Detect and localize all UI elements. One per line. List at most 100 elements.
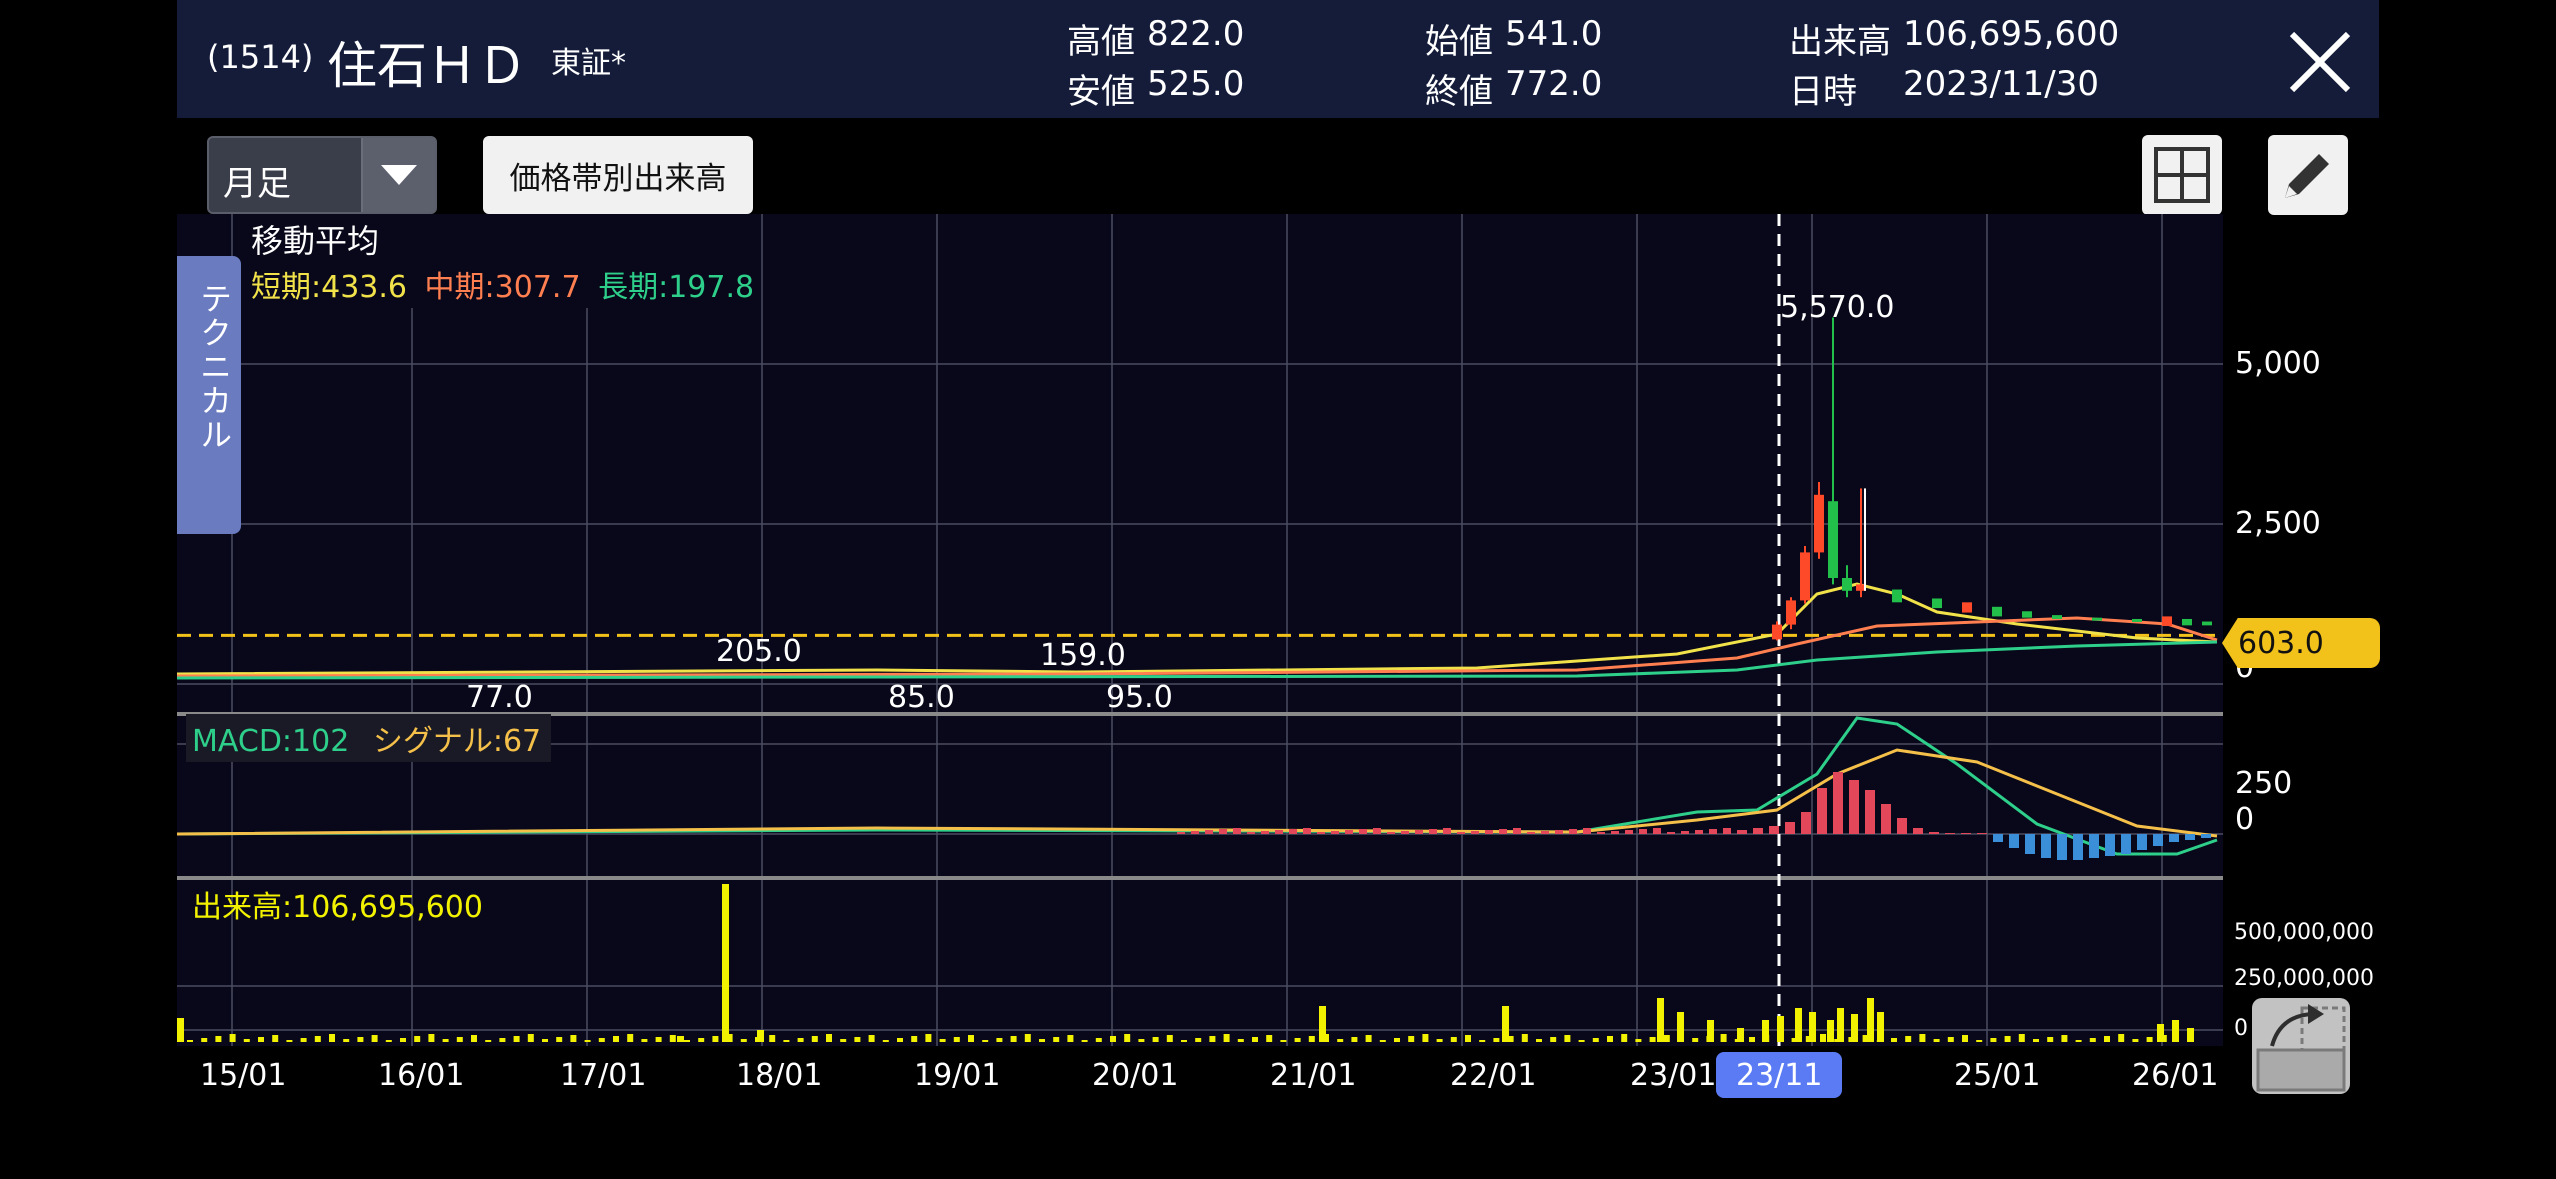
macd-hist-11: [1913, 828, 1923, 834]
header-bar: (1514) 住石ＨＤ 東証* 高値 822.0 安値 525.0 始値 541…: [177, 0, 2379, 118]
vol-bar-87: [1422, 1034, 1429, 1042]
x-axis-highlight: 23/11: [1716, 1052, 1842, 1098]
vol-tick-0: 0: [2234, 1016, 2248, 1041]
macd-hist-0: [1737, 830, 1747, 834]
vol-bar-32: [641, 1039, 648, 1042]
price-annotation-85: 85.0: [888, 680, 955, 715]
macd-hist-early-15: [1387, 832, 1395, 834]
macd-hist-29: [2201, 834, 2211, 838]
vol-bar-57: [996, 1038, 1003, 1042]
macd-hist-27: [2169, 834, 2179, 842]
vol-bar-8: [300, 1038, 307, 1042]
vol-bar-7: [286, 1040, 293, 1042]
ma-mid-label: 中期:307.7: [424, 270, 581, 305]
x-tick-22-01: 22/01: [1450, 1058, 1537, 1093]
chart-canvas[interactable]: [177, 214, 2223, 1046]
volume-by-price-button[interactable]: 価格帯別出来高: [483, 136, 753, 214]
vol-bar-85: [1394, 1038, 1400, 1042]
vol-bar-major-9: [1737, 1028, 1744, 1042]
vol-bar-122: [1919, 1034, 1926, 1042]
vol-bar-90: [1465, 1035, 1471, 1042]
vol-bar-95: [1536, 1039, 1542, 1042]
vol-bar-56: [982, 1040, 989, 1042]
candle-later-1: [1932, 598, 1942, 609]
macd-hist-2: [1769, 826, 1779, 834]
price-tick-2500: 2,500: [2235, 506, 2321, 541]
vol-bar-9: [314, 1036, 321, 1042]
date-value: 2023/11/30: [1903, 64, 2099, 104]
vol-bar-67: [1138, 1039, 1145, 1042]
macd-hist-21: [2073, 834, 2083, 860]
vol-bar-25: [542, 1039, 548, 1042]
vol-bar-41: [769, 1035, 776, 1042]
macd-hist-10: [1897, 818, 1907, 834]
vol-bar-major-19: [2157, 1024, 2164, 1042]
vol-bar-major-12: [1795, 1008, 1802, 1042]
vol-bar-70: [1181, 1040, 1187, 1042]
macd-hist-4: [1801, 812, 1811, 834]
vol-bar-46: [840, 1039, 847, 1042]
macd-hist-early-13: [1359, 829, 1367, 834]
macd-hist-20: [2057, 834, 2067, 860]
vol-bar-17: [428, 1034, 435, 1042]
vol-bar-39: [740, 1039, 747, 1042]
vol-tick-250m: 250,000,000: [2234, 966, 2374, 991]
vol-bar-5: [258, 1037, 264, 1042]
candle-body-3: [1814, 494, 1824, 553]
vol-bar-44: [811, 1036, 818, 1042]
period-select[interactable]: 月足: [207, 136, 437, 214]
candle-body-0: [1772, 624, 1782, 640]
vol-bar-49: [882, 1040, 889, 1042]
vol-bar-59: [1024, 1034, 1031, 1042]
macd-hist-early-26: [1541, 831, 1549, 834]
macd-hist-23: [2105, 834, 2115, 856]
candle-later-8: [2162, 616, 2172, 626]
vol-bar-125: [1962, 1035, 1968, 1042]
signal-label: シグナル:67: [372, 724, 542, 759]
vol-bar-35: [684, 1040, 690, 1042]
vol-bar-77: [1280, 1040, 1287, 1042]
macd-hist-early-29: [1583, 828, 1591, 834]
vol-bar-48: [868, 1035, 875, 1042]
macd-hist-early-27: [1555, 830, 1563, 834]
draw-button[interactable]: [2268, 135, 2348, 215]
vol-bar-137: [2132, 1039, 2139, 1042]
period-select-value: 月足: [223, 164, 291, 204]
vol-bar-120: [1891, 1038, 1897, 1042]
vol-bar-74: [1237, 1039, 1244, 1042]
macd-hist-12: [1929, 832, 1939, 834]
candle-later-9: [2182, 618, 2192, 626]
vol-bar-88: [1436, 1039, 1443, 1042]
macd-hist-early-23: [1499, 829, 1507, 834]
vol-bar-133: [2075, 1040, 2082, 1042]
vol-bar-81: [1337, 1039, 1344, 1042]
vol-bar-128: [2004, 1036, 2011, 1042]
vol-bar-73: [1223, 1034, 1230, 1042]
technical-tab[interactable]: テクニカル: [177, 256, 241, 534]
vol-bar-15: [400, 1038, 406, 1042]
x-tick-23-01: 23/01: [1630, 1058, 1717, 1093]
vol-bar-22: [499, 1038, 506, 1042]
vol-bar-72: [1209, 1036, 1216, 1042]
candle-body-2: [1800, 552, 1810, 601]
vol-bar-132: [2061, 1035, 2068, 1042]
chart-area[interactable]: [177, 214, 2223, 1046]
candle-later-0: [1892, 589, 1902, 603]
high-value: 822.0: [1147, 14, 1245, 54]
vol-bar-12: [357, 1037, 364, 1042]
vol-bar-84: [1379, 1040, 1386, 1042]
macd-tick-250: 250: [2235, 766, 2293, 801]
ma-title: 移動平均: [251, 222, 380, 260]
macd-hist-early-21: [1471, 831, 1479, 834]
vol-bar-76: [1266, 1035, 1273, 1042]
rotate-screen-button[interactable]: [2252, 998, 2350, 1094]
layout-button[interactable]: [2142, 135, 2222, 215]
vol-bar-65: [1110, 1036, 1116, 1042]
vol-bar-18: [442, 1039, 449, 1042]
vol-bar-33: [655, 1037, 662, 1042]
candle-body-4: [1828, 501, 1838, 578]
vol-bar-54: [953, 1037, 960, 1042]
pencil-icon: [2285, 154, 2329, 198]
date-label: 日時: [1789, 72, 1857, 112]
close-button[interactable]: [2270, 24, 2370, 100]
